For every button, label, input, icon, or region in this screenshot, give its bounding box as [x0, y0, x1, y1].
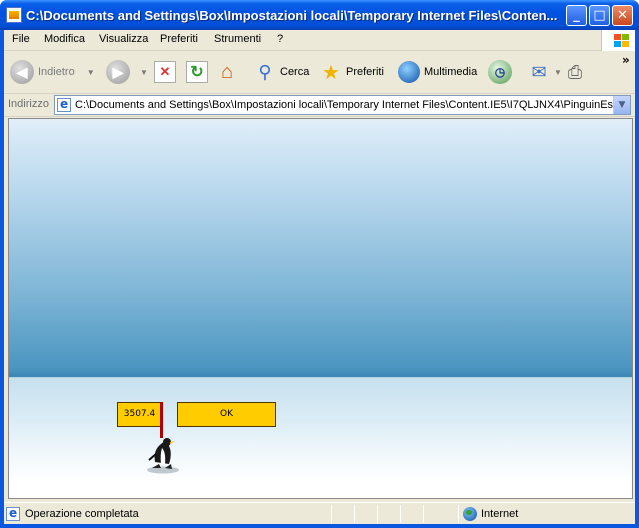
- media-button[interactable]: Multimedia: [398, 56, 477, 88]
- menu-strumenti[interactable]: Strumenti: [214, 33, 261, 45]
- status-page-icon: [6, 506, 20, 521]
- address-value[interactable]: C:\Documents and Settings\Box\Impostazio…: [75, 99, 619, 111]
- refresh-icon: ↻: [186, 61, 208, 83]
- refresh-button[interactable]: ↻: [186, 56, 208, 88]
- folder-icon: [6, 7, 22, 23]
- status-divider: [377, 505, 378, 523]
- printer-icon: ⎙: [567, 61, 583, 82]
- ok-button[interactable]: OK: [177, 402, 276, 427]
- address-bar: Indirizzo C:\Documents and Settings\Box\…: [4, 94, 635, 117]
- menu-preferiti[interactable]: Preferiti: [160, 33, 198, 45]
- status-divider: [331, 505, 332, 523]
- media-globe-icon: [398, 61, 420, 83]
- window-title: C:\Documents and Settings\Box\Impostazio…: [26, 8, 558, 23]
- address-dropdown-icon[interactable]: ▼: [613, 96, 630, 114]
- title-bar[interactable]: C:\Documents and Settings\Box\Impostazio…: [0, 0, 639, 30]
- print-button[interactable]: ⎙: [564, 56, 586, 88]
- media-label: Multimedia: [424, 66, 478, 78]
- search-label: Cerca: [280, 66, 310, 78]
- back-dropdown-icon[interactable]: ▼: [87, 68, 95, 77]
- status-divider: [400, 505, 401, 523]
- forward-dropdown-icon[interactable]: ▼: [140, 68, 148, 77]
- internet-zone-icon: [463, 507, 477, 521]
- close-button[interactable]: ✕: [612, 5, 633, 26]
- page-icon: [57, 97, 71, 112]
- address-input[interactable]: C:\Documents and Settings\Box\Impostazio…: [54, 95, 631, 115]
- windows-logo: [601, 30, 635, 51]
- browser-window: C:\Documents and Settings\Box\Impostazio…: [0, 0, 639, 528]
- mail-dropdown-icon[interactable]: ▼: [554, 68, 562, 77]
- status-divider: [354, 505, 355, 523]
- status-divider: [423, 505, 424, 523]
- search-icon: ⚲: [258, 61, 272, 82]
- game-area[interactable]: 3507.4 OK: [8, 118, 633, 499]
- favorites-button[interactable]: ★ Preferiti: [320, 56, 384, 88]
- favorites-label: Preferiti: [346, 66, 384, 78]
- history-icon: ◷: [488, 60, 512, 84]
- penguin-sprite: [147, 438, 179, 474]
- status-bar: Operazione completata Internet: [4, 502, 635, 524]
- status-text: Operazione completata: [25, 508, 139, 520]
- address-label: Indirizzo: [8, 98, 49, 110]
- browser-client: File Modifica Visualizza Preferiti Strum…: [4, 30, 635, 524]
- menu-file[interactable]: File: [12, 33, 30, 45]
- menu-modifica[interactable]: Modifica: [44, 33, 85, 45]
- history-button[interactable]: ◷: [488, 56, 512, 88]
- search-button[interactable]: ⚲ Cerca: [254, 56, 309, 88]
- menu-help[interactable]: ?: [277, 33, 283, 45]
- menu-bar: File Modifica Visualizza Preferiti Strum…: [4, 30, 635, 51]
- forward-button[interactable]: ▶ ▼: [106, 56, 148, 88]
- distance-score: 3507.4: [117, 402, 162, 427]
- mail-button[interactable]: ✉ ▼: [528, 56, 562, 88]
- back-arrow-icon: ◀: [10, 60, 34, 84]
- stop-button[interactable]: ✕: [154, 56, 176, 88]
- mail-icon: ✉: [531, 61, 547, 82]
- forward-arrow-icon: ▶: [106, 60, 130, 84]
- security-zone: Internet: [481, 508, 519, 520]
- status-divider: [458, 505, 459, 523]
- stop-icon: ✕: [154, 61, 176, 83]
- toolbar-overflow-icon[interactable]: »: [622, 53, 630, 67]
- maximize-button[interactable]: □: [589, 5, 610, 26]
- toolbar: ◀ Indietro ▼ ▶ ▼ ✕ ↻ ⌂ ⚲ Cerca ★ Preferi…: [4, 51, 635, 94]
- home-icon: ⌂: [220, 60, 234, 83]
- home-button[interactable]: ⌂: [216, 56, 238, 88]
- back-label: Indietro: [38, 66, 75, 78]
- minimize-button[interactable]: _: [566, 5, 587, 26]
- star-icon: ★: [322, 61, 340, 84]
- back-button[interactable]: ◀ Indietro ▼: [10, 56, 95, 88]
- menu-visualizza[interactable]: Visualizza: [99, 33, 148, 45]
